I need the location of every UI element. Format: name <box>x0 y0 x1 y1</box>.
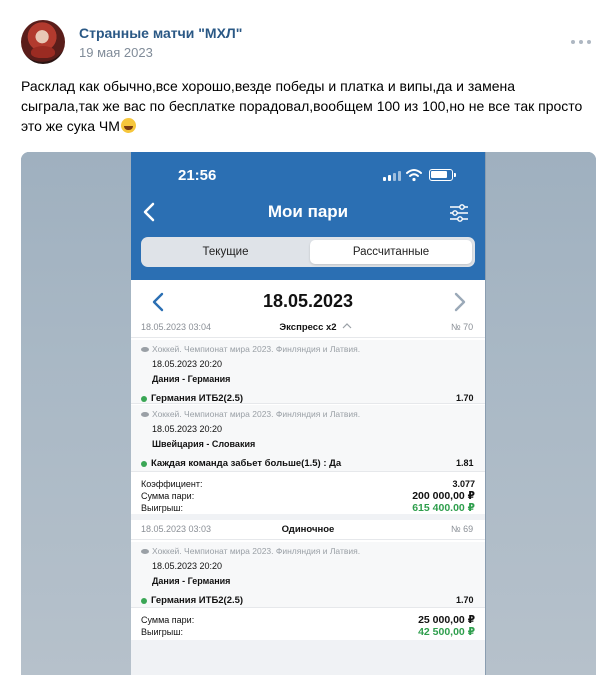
laughing-face-emoji-icon <box>120 118 136 133</box>
stake-value: 25 000,00 ₽ <box>418 614 475 626</box>
event-league: Хоккей. Чемпионат мира 2023. Финляндия и… <box>141 409 360 419</box>
hockey-puck-icon <box>141 346 149 352</box>
event-time: 18.05.2023 20:20 <box>152 424 223 434</box>
bet-card[interactable]: 18.05.2023 03:03 Одиночное № 69 Хоккей. … <box>131 520 485 640</box>
screen-title: Мои пари <box>267 202 349 221</box>
bet-event: Хоккей. Чемпионат мира 2023. Финляндия и… <box>131 405 485 472</box>
battery-icon <box>429 169 456 181</box>
post-author-link[interactable]: Странные матчи "МХЛ" <box>79 25 242 41</box>
winnings-label: Выигрыш: <box>141 503 183 513</box>
filter-settings-icon[interactable] <box>449 204 469 222</box>
event-time: 18.05.2023 20:20 <box>152 561 223 571</box>
post-text: Расклад как обычно,все хорошо,везде побе… <box>21 76 596 136</box>
chevron-right-icon[interactable] <box>453 292 467 312</box>
chevron-up-icon[interactable] <box>342 322 352 330</box>
event-pick-text: Германия ИТБ2(2.5) <box>151 595 244 606</box>
winnings-value: 42 500,00 ₽ <box>418 626 475 638</box>
bet-event: Хоккей. Чемпионат мира 2023. Финляндия и… <box>131 542 485 608</box>
phone-screenshot: 21:56 Мои пари Текущие Рассчитанные 18.0… <box>131 152 485 675</box>
event-time: 18.05.2023 20:20 <box>152 359 223 369</box>
coefficient-label: Коэффициент: <box>141 479 203 489</box>
stake-value: 200 000,00 ₽ <box>412 490 475 502</box>
stake-label: Сумма пари: <box>141 615 195 625</box>
bet-card-header: 18.05.2023 03:04 Экспресс x2 № 70 <box>131 318 485 338</box>
event-league: Хоккей. Чемпионат мира 2023. Финляндия и… <box>141 344 360 354</box>
bet-summary: Сумма пари: 25 000,00 ₽ Выигрыш: 42 500,… <box>131 611 485 640</box>
event-pick-text: Каждая команда забьет больше(1.5) : Да <box>151 458 342 469</box>
signal-icon <box>383 171 401 181</box>
event-odds: 1.81 <box>456 458 474 468</box>
bet-card[interactable]: 18.05.2023 03:04 Экспресс x2 № 70 Хоккей… <box>131 318 485 514</box>
event-league-text: Хоккей. Чемпионат мира 2023. Финляндия и… <box>152 344 361 354</box>
winnings-value: 615 400.00 ₽ <box>412 502 475 514</box>
hockey-puck-icon <box>141 411 149 417</box>
event-pick: Германия ИТБ2(2.5) <box>141 393 243 404</box>
event-league: Хоккей. Чемпионат мира 2023. Финляндия и… <box>141 546 360 556</box>
tab-current[interactable]: Текущие <box>144 240 307 264</box>
post-photo[interactable]: 21:56 Мои пари Текущие Рассчитанные 18.0… <box>21 152 596 675</box>
event-league-text: Хоккей. Чемпионат мира 2023. Финляндия и… <box>152 409 361 419</box>
bet-card-header: 18.05.2023 03:03 Одиночное № 69 <box>131 520 485 540</box>
photo-background-left <box>21 152 131 675</box>
app-header: 21:56 Мои пари Текущие Рассчитанные <box>131 152 485 280</box>
event-teams: Дания - Германия <box>152 576 231 586</box>
photo-background-right <box>486 152 596 675</box>
bet-type: Одиночное <box>281 524 335 535</box>
tab-settled[interactable]: Рассчитанные <box>310 240 472 264</box>
bet-number: № 69 <box>451 524 474 534</box>
bet-type: Экспресс x2 <box>279 322 337 333</box>
bet-number: № 70 <box>451 322 474 332</box>
winnings-label: Выигрыш: <box>141 627 183 637</box>
event-pick: Каждая команда забьет больше(1.5) : Да <box>141 458 341 469</box>
selected-date: 18.05.2023 <box>262 291 354 311</box>
bet-summary: Коэффициент: 3.077 Сумма пари: 200 000,0… <box>131 476 485 514</box>
event-odds: 1.70 <box>456 595 474 605</box>
status-time: 21:56 <box>178 167 217 184</box>
community-avatar[interactable] <box>21 20 65 64</box>
event-teams: Дания - Германия <box>152 374 231 384</box>
hockey-puck-icon <box>141 548 149 554</box>
wall-post: Странные матчи "МХЛ" 19 мая 2023 Расклад… <box>0 0 614 675</box>
event-pick-text: Германия ИТБ2(2.5) <box>151 393 244 404</box>
win-check-icon <box>141 597 147 604</box>
event-pick: Германия ИТБ2(2.5) <box>141 595 243 606</box>
wifi-icon <box>406 169 422 182</box>
win-check-icon <box>141 460 147 467</box>
event-league-text: Хоккей. Чемпионат мира 2023. Финляндия и… <box>152 546 361 556</box>
more-options-icon[interactable] <box>571 38 591 46</box>
win-check-icon <box>141 395 147 402</box>
bet-event: Хоккей. Чемпионат мира 2023. Финляндия и… <box>131 340 485 404</box>
post-text-body: Расклад как обычно,все хорошо,везде побе… <box>21 78 583 134</box>
bets-tab-switcher: Текущие Рассчитанные <box>141 237 475 267</box>
coefficient-value: 3.077 <box>452 479 475 489</box>
event-odds: 1.70 <box>456 393 474 403</box>
post-date[interactable]: 19 мая 2023 <box>79 45 153 60</box>
stake-label: Сумма пари: <box>141 491 195 501</box>
event-teams: Швейцария - Словакия <box>152 439 256 449</box>
